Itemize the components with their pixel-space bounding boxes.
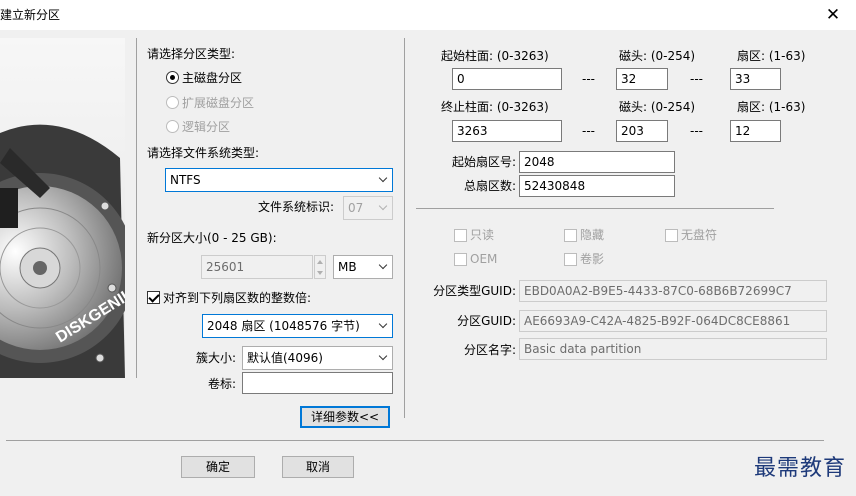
watermark: 最需教育 (753, 456, 846, 481)
fs-type-select[interactable]: NTFS (165, 168, 393, 192)
partition-guid-label: 分区GUID: (457, 314, 516, 328)
partition-name-label: 分区名字: (463, 343, 516, 357)
volume-label: 卷标: (207, 377, 236, 391)
bottom-divider (6, 440, 824, 441)
partition-guid-input[interactable]: AE6693A9-C42A-4825-B92F-064DC8CE8861 (519, 310, 827, 332)
close-icon: ✕ (825, 5, 841, 25)
disk-artwork: DISKGENIUS (0, 38, 147, 379)
radio-extended-label: 扩展磁盘分区 (182, 96, 255, 110)
align-checkbox[interactable] (147, 291, 160, 304)
detail-params-button[interactable]: 详细参数<< (300, 406, 390, 428)
chevron-down-icon (374, 256, 392, 278)
new-partition-dialog: 建立新分区 ✕ DISKGENIUS 请选择分区类型: 主磁盘分区 扩展磁盘分区… (0, 0, 856, 496)
fs-type-label: 请选择文件系统类型: (147, 146, 260, 160)
title-bar: 建立新分区 ✕ (0, 0, 856, 30)
no-drive-letter-checkbox[interactable] (665, 229, 678, 242)
dash-separator: --- (582, 72, 595, 86)
fs-id-label: 文件系统标识: (257, 200, 334, 214)
chevron-down-icon (374, 315, 392, 337)
spin-up-icon (315, 256, 325, 267)
readonly-label: 只读 (470, 228, 495, 242)
start-head-input[interactable]: 32 (616, 68, 668, 90)
chevron-down-icon (374, 347, 392, 369)
fs-type-value: NTFS (170, 173, 201, 187)
volume-input[interactable] (242, 372, 393, 394)
cluster-label: 簇大小: (195, 351, 236, 365)
size-unit-select[interactable]: MB (333, 255, 393, 279)
start-cylinder-input[interactable]: 0 (452, 68, 562, 90)
window-title: 建立新分区 (0, 8, 61, 22)
readonly-checkbox[interactable] (454, 229, 467, 242)
radio-logical-partition[interactable] (166, 120, 179, 133)
start-lba-input[interactable]: 2048 (519, 151, 675, 173)
chevron-down-icon (374, 197, 392, 219)
hidden-label: 隐藏 (580, 228, 605, 242)
end-cylinder-input[interactable]: 3263 (452, 120, 562, 142)
start-lba-label: 起始扇区号: (451, 155, 516, 169)
hard-disk-icon: DISKGENIUS (0, 38, 147, 379)
hidden-checkbox[interactable] (564, 229, 577, 242)
dash-separator: --- (690, 72, 703, 86)
start-head-label: 磁头: (0-254) (619, 49, 696, 63)
cluster-value: 默认值(4096) (247, 351, 323, 365)
partition-name-input[interactable]: Basic data partition (519, 338, 827, 360)
oem-checkbox[interactable] (454, 253, 467, 266)
end-head-input[interactable]: 203 (616, 120, 668, 142)
size-input[interactable]: 25601 (201, 255, 313, 279)
fs-id-select[interactable]: 07 (343, 196, 393, 220)
align-label: 对齐到下列扇区数的整数倍: (163, 291, 312, 305)
cluster-select[interactable]: 默认值(4096) (242, 346, 393, 370)
total-sectors-label: 总扇区数: (463, 179, 516, 193)
no-drive-letter-label: 无盘符 (681, 228, 718, 242)
left-divider (136, 38, 137, 378)
spin-down-icon (315, 267, 325, 278)
geometry-divider (416, 208, 774, 209)
type-guid-label: 分区类型GUID: (433, 284, 516, 298)
oem-label: OEM (470, 252, 498, 266)
cancel-button[interactable]: 取消 (282, 456, 354, 478)
dash-separator: --- (690, 124, 703, 138)
end-sector-label: 扇区: (1-63) (737, 100, 806, 114)
size-unit-value: MB (338, 260, 357, 274)
fs-id-value: 07 (348, 201, 364, 215)
shadow-copy-label: 卷影 (580, 252, 605, 266)
close-button[interactable]: ✕ (810, 0, 856, 30)
middle-divider (404, 38, 405, 418)
dash-separator: --- (582, 124, 595, 138)
chevron-down-icon (374, 169, 392, 191)
radio-primary-label: 主磁盘分区 (182, 71, 243, 85)
end-cylinder-label: 终止柱面: (0-3263) (441, 100, 549, 114)
total-sectors-input[interactable]: 52430848 (519, 175, 675, 197)
radio-primary-partition[interactable] (166, 71, 179, 84)
align-select[interactable]: 2048 扇区 (1048576 字节) (202, 314, 393, 338)
size-spinner[interactable] (314, 255, 326, 279)
start-sector-label: 扇区: (1-63) (737, 49, 806, 63)
type-guid-input[interactable]: EBD0A0A2-B9E5-4433-87C0-68B6B72699C7 (519, 280, 827, 302)
start-sector-input[interactable]: 33 (730, 68, 781, 90)
end-sector-input[interactable]: 12 (730, 120, 781, 142)
size-label: 新分区大小(0 - 25 GB): (147, 231, 277, 245)
partition-type-label: 请选择分区类型: (147, 47, 236, 61)
ok-button[interactable]: 确定 (181, 456, 255, 478)
shadow-copy-checkbox[interactable] (564, 253, 577, 266)
end-head-label: 磁头: (0-254) (619, 100, 696, 114)
align-value: 2048 扇区 (1048576 字节) (207, 319, 360, 333)
start-cylinder-label: 起始柱面: (0-3263) (441, 49, 549, 63)
radio-extended-partition[interactable] (166, 96, 179, 109)
radio-logical-label: 逻辑分区 (182, 120, 231, 134)
